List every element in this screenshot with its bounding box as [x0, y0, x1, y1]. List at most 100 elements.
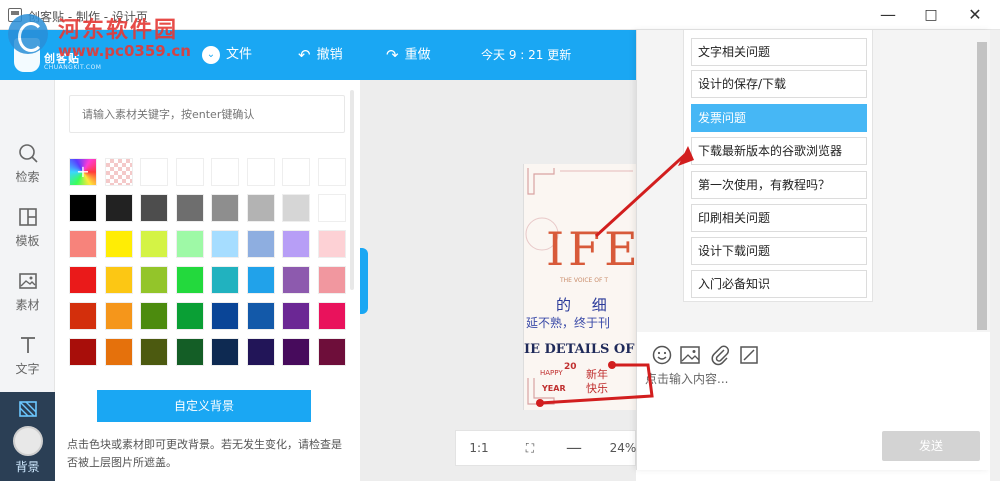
color-swatch[interactable] [175, 194, 204, 222]
color-swatch[interactable] [175, 338, 204, 366]
color-swatch[interactable] [246, 302, 275, 330]
color-swatch[interactable] [317, 230, 346, 258]
faq-item[interactable]: 设计的保存/下载 [691, 70, 867, 98]
color-swatch[interactable] [69, 194, 97, 222]
color-swatch[interactable] [140, 194, 168, 222]
color-swatch[interactable] [246, 194, 275, 222]
redo-label: 重做 [404, 47, 431, 63]
color-swatch[interactable] [140, 230, 168, 258]
design-en-line: IE DETAILS OF L [524, 342, 636, 357]
watermark-url: www.pc0359.cn [58, 42, 191, 60]
panel-scrollbar[interactable] [350, 90, 354, 290]
nav-item-search[interactable]: 检索 [0, 136, 55, 196]
chat-input[interactable]: 点击输入内容... [645, 370, 981, 420]
color-swatch[interactable] [175, 266, 204, 294]
minus-icon[interactable]: — [560, 431, 588, 465]
nav-item-template[interactable]: 模板 [0, 200, 55, 260]
nav-item-background[interactable]: 背景 [0, 392, 55, 481]
color-swatch[interactable] [211, 158, 239, 186]
custom-color-picker[interactable]: + [69, 158, 97, 186]
color-swatch[interactable] [282, 230, 310, 258]
fullscreen-icon[interactable]: ⛶ [516, 431, 544, 465]
color-swatch[interactable] [246, 266, 275, 294]
send-button[interactable]: 发送 [882, 431, 980, 461]
custom-background-button[interactable]: 自定义背景 [97, 390, 311, 422]
file-label: 文件 [226, 47, 253, 62]
color-swatch[interactable] [282, 194, 310, 222]
color-swatch[interactable] [104, 194, 133, 222]
color-swatch[interactable] [140, 266, 168, 294]
zoom-actual-size-button[interactable]: 1:1 [462, 431, 496, 465]
color-swatch[interactable] [246, 230, 275, 258]
attachment-icon[interactable] [709, 344, 731, 366]
window-right-edge [990, 30, 1000, 481]
close-icon[interactable]: ✕ [964, 4, 986, 26]
color-swatch[interactable] [246, 338, 275, 366]
design-cn-line2: 延不熟，终于刊 [526, 316, 611, 330]
color-swatch[interactable] [211, 230, 239, 258]
color-swatch[interactable] [175, 302, 204, 330]
color-swatch[interactable] [282, 338, 310, 366]
material-search-input[interactable] [70, 96, 344, 132]
left-nav: 检索 模板 素材 文字 背景 [0, 80, 55, 481]
color-swatch[interactable] [282, 302, 310, 330]
undo-icon: ↶ [298, 46, 311, 64]
color-swatch[interactable] [104, 338, 133, 366]
maximize-icon[interactable]: □ [920, 4, 942, 26]
watermark-name: 河东软件园 [58, 18, 179, 43]
emoji-icon[interactable] [651, 344, 673, 366]
nav-item-material[interactable]: 素材 [0, 264, 55, 324]
color-swatch[interactable] [140, 158, 168, 186]
faq-item[interactable]: 文字相关问题 [691, 38, 867, 66]
nav-item-text[interactable]: 文字 [0, 328, 55, 388]
color-swatch[interactable] [69, 302, 97, 330]
minimize-icon[interactable]: — [877, 4, 899, 26]
faq-item[interactable]: 第一次使用，有教程吗？ [691, 171, 867, 199]
color-swatch[interactable] [282, 266, 310, 294]
faq-item[interactable]: 入门必备知识 [691, 270, 867, 298]
faq-item[interactable]: 发票问题 [691, 104, 867, 132]
design-year: 20 [564, 362, 577, 372]
faq-item[interactable]: 设计下载问题 [691, 237, 867, 265]
color-swatch[interactable] [317, 338, 346, 366]
service-avatar-icon[interactable] [12, 426, 43, 456]
color-swatch[interactable] [69, 230, 97, 258]
color-swatch[interactable] [69, 338, 97, 366]
panel-collapse-handle[interactable] [360, 248, 368, 314]
file-menu-button[interactable]: ⌄ 文件 [202, 30, 252, 80]
logo-subtext: CHUANGKIT.COM [44, 64, 102, 71]
screenshot-icon[interactable] [738, 344, 760, 366]
material-search-box[interactable] [69, 95, 345, 133]
color-swatch[interactable] [104, 230, 133, 258]
color-swatch[interactable] [140, 302, 168, 330]
color-swatch[interactable] [282, 158, 310, 186]
background-panel: + 自定义背景 点击色块或素材即可更改背景。若无发生变化，请检查是否被上层图片所… [55, 80, 360, 481]
transparent-swatch[interactable] [104, 158, 133, 186]
color-swatch[interactable] [211, 194, 239, 222]
color-swatch[interactable] [211, 302, 239, 330]
chat-scrollbar[interactable] [977, 42, 987, 330]
faq-item[interactable]: 印刷相关问题 [691, 204, 867, 232]
color-swatch[interactable] [211, 266, 239, 294]
color-swatch[interactable] [104, 266, 133, 294]
watermark-logo-icon [8, 14, 48, 54]
color-swatch[interactable] [140, 338, 168, 366]
color-swatch[interactable] [317, 302, 346, 330]
color-swatch[interactable] [246, 158, 275, 186]
undo-button[interactable]: ↶ 撤销 [298, 30, 343, 80]
help-chat-panel: 文字相关问题 设计的保存/下载 发票问题下载最新版本的谷歌浏览器 第一次使用，有教程吗… [636, 30, 991, 470]
color-swatch[interactable] [211, 338, 239, 366]
color-swatch[interactable] [104, 302, 133, 330]
color-swatch[interactable] [175, 230, 204, 258]
faq-item[interactable]: 下载最新版本的谷歌浏览器 [691, 137, 867, 165]
color-swatch[interactable] [69, 266, 97, 294]
design-cn-line1: 的 细 [556, 296, 615, 314]
color-swatch[interactable] [317, 194, 346, 222]
redo-button[interactable]: ↷ 重做 [386, 30, 431, 80]
design-canvas[interactable]: IFE THE VOICE OF T 的 细 延不熟，终于刊 IE DETAIL… [523, 164, 636, 410]
image-icon[interactable] [679, 344, 701, 366]
color-swatch[interactable] [175, 158, 204, 186]
color-swatch[interactable] [317, 266, 346, 294]
color-swatch[interactable] [317, 158, 346, 186]
zoom-level: 24% [609, 441, 637, 455]
